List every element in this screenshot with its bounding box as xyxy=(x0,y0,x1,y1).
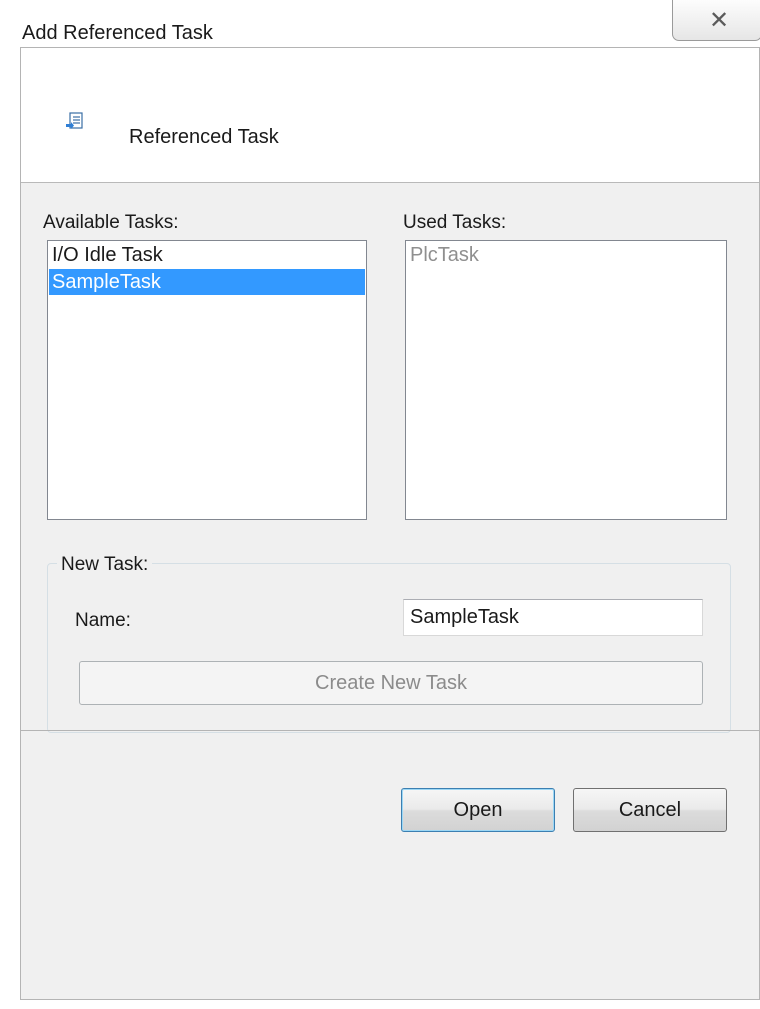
close-icon: ✕ xyxy=(709,7,730,34)
list-item-sampletask[interactable]: SampleTask xyxy=(49,269,365,295)
task-name-input[interactable] xyxy=(403,599,703,636)
header-panel: Referenced Task xyxy=(21,48,759,183)
window-title: Add Referenced Task xyxy=(22,22,213,44)
new-task-group xyxy=(47,563,731,733)
available-tasks-list[interactable]: I/O Idle Task SampleTask xyxy=(47,240,367,520)
cancel-button[interactable]: Cancel xyxy=(573,788,727,832)
name-label: Name: xyxy=(75,610,131,631)
dialog-body: Referenced Task Available Tasks: I/O Idl… xyxy=(20,47,760,1000)
open-button[interactable]: Open xyxy=(401,788,555,832)
new-task-group-label: New Task: xyxy=(57,554,153,576)
available-tasks-label: Available Tasks: xyxy=(43,212,179,233)
referenced-task-icon xyxy=(66,112,83,129)
header-title: Referenced Task xyxy=(129,126,279,148)
used-tasks-label: Used Tasks: xyxy=(403,212,507,233)
close-button[interactable]: ✕ xyxy=(672,0,760,41)
create-new-task-button[interactable]: Create New Task xyxy=(79,661,703,705)
add-referenced-task-dialog: Add Referenced Task ✕ Referenced Task Av… xyxy=(8,0,760,1009)
list-item-plctask[interactable]: PlcTask xyxy=(407,242,725,268)
footer-divider xyxy=(21,730,759,731)
used-tasks-list[interactable]: PlcTask xyxy=(405,240,727,520)
list-item-io-idle-task[interactable]: I/O Idle Task xyxy=(49,242,365,268)
